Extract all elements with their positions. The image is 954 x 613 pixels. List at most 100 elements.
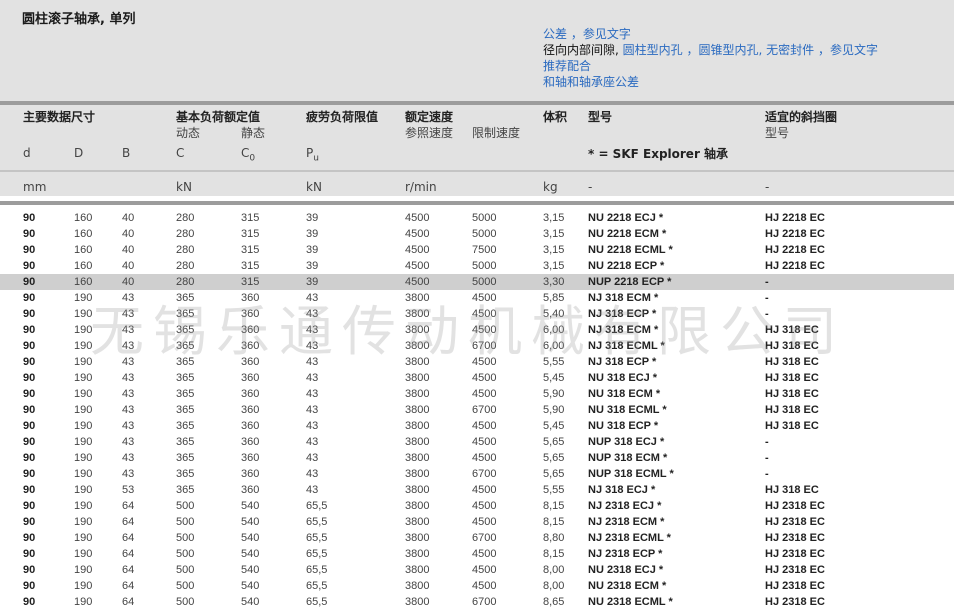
cell-designation[interactable]: NJ 2318 ECM * — [588, 514, 664, 530]
cell-designation[interactable]: NJ 318 ECJ * — [588, 482, 655, 498]
cell-mass: 5,45 — [543, 372, 565, 384]
cell-limit-speed: 4500 — [472, 500, 497, 512]
table-row: 90 190 43 365 360 43 3800 4500 5,45 NU 318 ECJ * H… — [0, 370, 954, 386]
cell-C: 365 — [176, 356, 195, 368]
tolerances-link[interactable]: 公差 ，参见文字 — [543, 27, 631, 41]
cylindrical-bore-link[interactable]: 圆柱型内孔 — [623, 43, 683, 57]
cell-mass: 3,15 — [543, 228, 565, 240]
cell-D: 190 — [74, 500, 93, 512]
cell-ref-speed: 3800 — [405, 292, 430, 304]
housing-tolerance-link[interactable]: 和轴和轴承座公差 — [543, 75, 639, 89]
cell-C0: 315 — [241, 276, 260, 288]
cell-ref-speed: 3800 — [405, 596, 430, 608]
unit-none: - — [588, 180, 593, 194]
cell-limit-speed: 6700 — [472, 468, 497, 480]
cell-B: 64 — [122, 532, 135, 544]
cell-limit-speed: 6700 — [472, 404, 497, 416]
cell-designation[interactable]: NU 2318 ECM * — [588, 578, 666, 594]
cell-d: 90 — [23, 564, 36, 576]
cell-B: 40 — [122, 244, 135, 256]
cell-D: 190 — [74, 356, 93, 368]
cell-Pu: 43 — [306, 324, 319, 336]
cell-ref-speed: 3800 — [405, 404, 430, 416]
cell-D: 160 — [74, 212, 93, 224]
cell-C: 280 — [176, 244, 195, 256]
cell-designation[interactable]: NJ 318 ECP * — [588, 306, 656, 322]
cell-B: 43 — [122, 468, 135, 480]
cell-C0: 540 — [241, 580, 260, 592]
cell-designation[interactable]: NU 2318 ECJ * — [588, 562, 663, 578]
cell-ref-speed: 3800 — [405, 308, 430, 320]
cell-designation[interactable]: NUP 318 ECM * — [588, 450, 667, 466]
tapered-bore-link[interactable]: 圆锥型内孔 — [699, 43, 759, 57]
cell-Pu: 43 — [306, 420, 319, 432]
cell-ring: - — [765, 308, 769, 320]
cell-ring: HJ 2218 EC — [765, 228, 825, 240]
cell-mass: 3,15 — [543, 212, 565, 224]
cell-designation[interactable]: NU 318 ECML * — [588, 402, 667, 418]
table-row: 90 190 64 500 540 65,5 3800 6700 8,80 NJ 2318 ECM… — [0, 530, 954, 546]
cell-designation[interactable]: NJ 2318 ECP * — [588, 546, 662, 562]
cell-D: 190 — [74, 532, 93, 544]
cell-ring: HJ 2218 EC — [765, 260, 825, 272]
table-row: 90 190 64 500 540 65,5 3800 4500 8,00 NU 2318 ECJ… — [0, 562, 954, 578]
cell-ring: HJ 318 EC — [765, 420, 819, 432]
table-row: 90 190 43 365 360 43 3800 4500 5,65 NUP 318 ECM *… — [0, 450, 954, 466]
cell-designation[interactable]: NJ 318 ECP * — [588, 354, 656, 370]
cell-designation[interactable]: NJ 318 ECM * — [588, 290, 658, 306]
cell-designation[interactable]: NUP 318 ECML * — [588, 466, 674, 482]
cell-C: 365 — [176, 436, 195, 448]
cell-B: 43 — [122, 452, 135, 464]
cell-designation[interactable]: NUP 2218 ECP * — [588, 274, 671, 290]
cell-mass: 5,65 — [543, 452, 565, 464]
col-D: D — [74, 146, 84, 160]
cell-Pu: 43 — [306, 468, 319, 480]
cell-designation[interactable]: NU 318 ECJ * — [588, 370, 657, 386]
cell-D: 190 — [74, 340, 93, 352]
cell-limit-speed: 5000 — [472, 228, 497, 240]
cell-D: 160 — [74, 276, 93, 288]
cell-ring: HJ 318 EC — [765, 356, 819, 368]
cell-designation[interactable]: NU 2218 ECM * — [588, 226, 666, 242]
cell-Pu: 65,5 — [306, 564, 328, 576]
cell-designation[interactable]: NU 2318 ECML * — [588, 594, 673, 610]
clearance-label: 径向内部间隙, — [543, 43, 619, 57]
no-seal-link[interactable]: 无密封件 — [766, 43, 814, 57]
table-row: 90 160 40 280 315 39 4500 5000 3,30 NUP 2218 ECP … — [0, 274, 954, 290]
cell-d: 90 — [23, 212, 36, 224]
cell-designation[interactable]: NU 2218 ECP * — [588, 258, 664, 274]
see-text-link[interactable]: 参见文字 — [830, 43, 878, 57]
cell-designation[interactable]: NJ 2318 ECJ * — [588, 498, 661, 514]
cell-C0: 360 — [241, 356, 260, 368]
cell-designation[interactable]: NUP 318 ECJ * — [588, 434, 664, 450]
col-C: C — [176, 146, 185, 160]
cell-C0: 360 — [241, 420, 260, 432]
cell-designation[interactable]: NJ 2318 ECML * — [588, 530, 671, 546]
col-group-main-dims: 主要数据尺寸 — [23, 110, 96, 124]
cell-ref-speed: 3800 — [405, 356, 430, 368]
recommended-fits-link[interactable]: 推荐配合 — [543, 59, 591, 73]
cell-ref-speed: 3800 — [405, 324, 430, 336]
cell-limit-speed: 4500 — [472, 516, 497, 528]
cell-designation[interactable]: NU 318 ECM * — [588, 386, 660, 402]
cell-designation[interactable]: NU 318 ECP * — [588, 418, 658, 434]
cell-Pu: 65,5 — [306, 500, 328, 512]
cell-d: 90 — [23, 436, 36, 448]
cell-designation[interactable]: NJ 318 ECML * — [588, 338, 665, 354]
col-C0: C0 — [241, 146, 256, 164]
cell-C0: 540 — [241, 532, 260, 544]
cell-ref-speed: 3800 — [405, 548, 430, 560]
cell-designation[interactable]: NU 2218 ECML * — [588, 242, 673, 258]
cell-C0: 360 — [241, 388, 260, 400]
separator: ， — [686, 43, 699, 57]
cell-Pu: 43 — [306, 452, 319, 464]
unit-rmin: r/min — [405, 180, 437, 194]
cell-Pu: 43 — [306, 340, 319, 352]
cell-limit-speed: 4500 — [472, 548, 497, 560]
cell-d: 90 — [23, 532, 36, 544]
cell-ref-speed: 3800 — [405, 420, 430, 432]
cell-B: 53 — [122, 484, 135, 496]
cell-designation[interactable]: NJ 318 ECM * — [588, 322, 658, 338]
cell-designation[interactable]: NU 2218 ECJ * — [588, 210, 663, 226]
cell-ref-speed: 4500 — [405, 212, 430, 224]
